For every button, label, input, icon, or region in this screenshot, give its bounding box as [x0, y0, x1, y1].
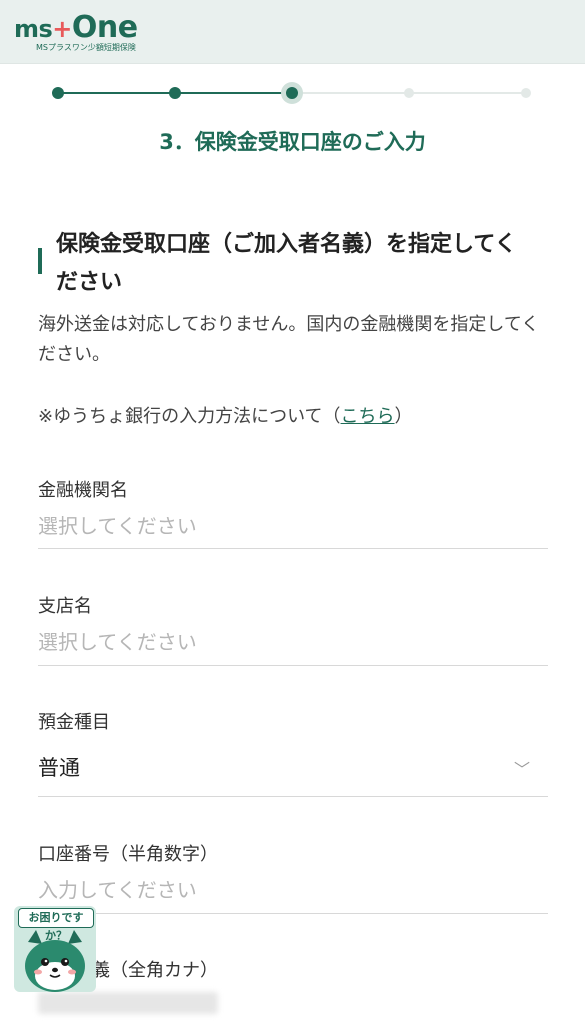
account-holder-value-redacted [38, 992, 218, 1014]
deposit-type-select[interactable]: 普通 [38, 752, 80, 782]
step-4-dot [404, 88, 414, 98]
progress-stepper [52, 86, 531, 100]
field-underline [38, 913, 548, 914]
note-prefix: ※ゆうちょ銀行の入力方法について（ [38, 406, 341, 427]
step-3-dot [286, 87, 298, 99]
yucho-note: ※ゆうちょ銀行の入力方法について（こちら） [38, 402, 413, 428]
section-accent-bar [38, 248, 42, 274]
branch-name-select[interactable]: 選択してください [38, 626, 197, 655]
field-underline [38, 665, 548, 666]
mascot-icon [25, 930, 85, 992]
step-1-dot [52, 87, 64, 99]
account-number-field[interactable]: 口座番号（半角数字） 入力してください [38, 840, 548, 914]
logo-wordmark: ms+One [14, 10, 138, 45]
logo-subtitle: MSプラスワン少額短期保険 [36, 43, 136, 52]
deposit-type-field[interactable]: 預金種目 普通 ﹀ [38, 708, 548, 798]
bank-name-label: 金融機関名 [38, 480, 128, 501]
note-suffix: ） [394, 406, 413, 427]
branch-name-label: 支店名 [38, 596, 92, 617]
chevron-down-icon[interactable]: ﹀ [514, 756, 530, 780]
account-number-input[interactable]: 入力してください [38, 874, 197, 903]
section-heading: 保険金受取口座（ご加入者名義）を指定してください [56, 232, 517, 295]
step-title: 3．保険金受取口座のご入力 [159, 130, 426, 154]
brand-logo[interactable]: ms+One MSプラスワン少額短期保険 [14, 8, 154, 56]
description-text: 海外送金は対応しておりません。国内の金融機関を指定してください。 [38, 314, 540, 365]
field-underline [38, 548, 548, 549]
help-bubble: お困りですか？ [18, 908, 94, 942]
account-number-label: 口座番号（半角数字） [38, 844, 218, 865]
branch-name-field[interactable]: 支店名 選択してください [38, 592, 548, 666]
bank-name-field[interactable]: 金融機関名 選択してください [38, 476, 548, 550]
step-5-dot [521, 88, 531, 98]
yucho-help-link[interactable]: こちら [341, 406, 395, 427]
deposit-type-label: 預金種目 [38, 712, 110, 733]
step-2-dot [169, 87, 181, 99]
app-header: ms+One MSプラスワン少額短期保険 [0, 0, 585, 64]
help-widget[interactable]: お困りですか？ [14, 906, 96, 992]
bank-name-select[interactable]: 選択してください [38, 510, 197, 539]
field-underline [38, 796, 548, 797]
